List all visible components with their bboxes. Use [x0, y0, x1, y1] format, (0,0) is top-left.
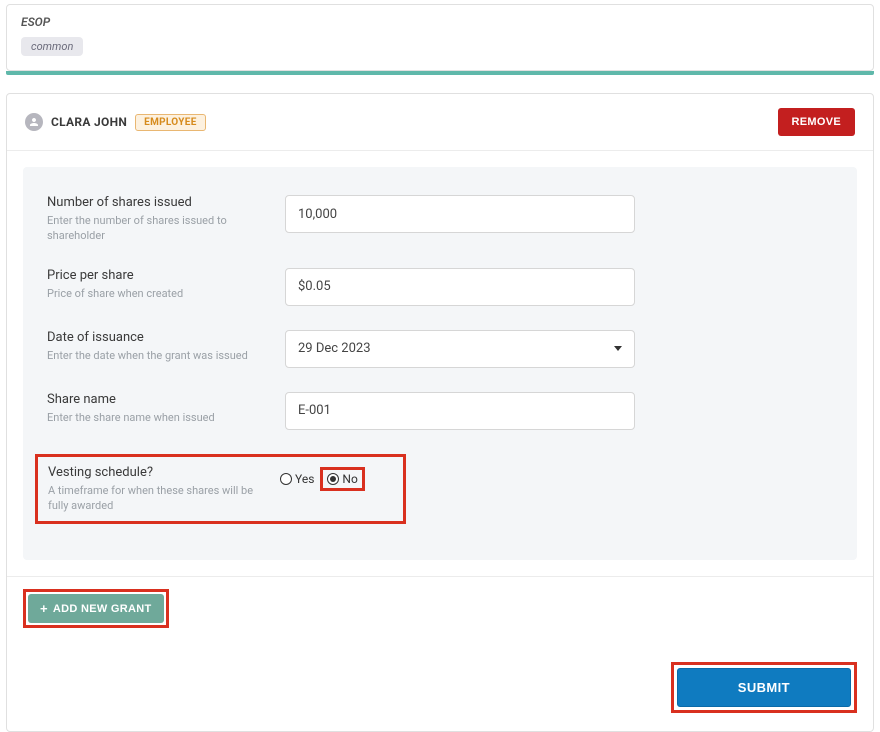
- price-input[interactable]: [285, 268, 635, 306]
- chevron-down-icon: [614, 346, 622, 351]
- label-vesting: Vesting schedule?: [48, 465, 264, 480]
- date-value: 29 Dec 2023: [298, 341, 371, 356]
- help-date: Enter the date when the grant was issued: [47, 349, 269, 364]
- row-vesting: Vesting schedule? A timeframe for when t…: [35, 454, 406, 525]
- esop-title: ESOP: [21, 15, 859, 29]
- share-name-input[interactable]: [285, 392, 635, 430]
- remove-button[interactable]: REMOVE: [778, 108, 855, 136]
- help-share-name: Enter the share name when issued: [47, 411, 269, 426]
- label-shares: Number of shares issued: [47, 195, 269, 210]
- card-footer: + ADD NEW GRANT SUBMIT: [7, 576, 873, 731]
- esop-header-card: ESOP common: [6, 4, 874, 71]
- add-grant-label: ADD NEW GRANT: [53, 603, 152, 615]
- shares-input[interactable]: [285, 195, 635, 233]
- add-new-grant-button[interactable]: + ADD NEW GRANT: [28, 594, 164, 623]
- radio-label-yes: Yes: [295, 472, 314, 486]
- label-share-name: Share name: [47, 392, 269, 407]
- vesting-radio-group: Yes No: [280, 465, 365, 491]
- form-panel: Number of shares issued Enter the number…: [23, 167, 857, 560]
- row-date: Date of issuance Enter the date when the…: [47, 330, 833, 368]
- help-vesting: A timeframe for when these shares will b…: [48, 484, 264, 514]
- person-name: CLARA JOHN: [51, 115, 127, 129]
- avatar-icon: [25, 113, 43, 131]
- person-block: CLARA JOHN EMPLOYEE: [25, 113, 206, 131]
- date-select[interactable]: 29 Dec 2023: [285, 330, 635, 368]
- radio-icon: [327, 473, 339, 485]
- row-price: Price per share Price of share when crea…: [47, 268, 833, 306]
- radio-icon: [280, 473, 292, 485]
- radio-label-no: No: [342, 472, 357, 486]
- vesting-no-highlight: No: [320, 467, 364, 491]
- common-tag: common: [21, 37, 83, 56]
- row-share-name: Share name Enter the share name when iss…: [47, 392, 833, 430]
- vesting-yes-option[interactable]: Yes: [280, 472, 314, 486]
- grant-card: CLARA JOHN EMPLOYEE REMOVE Number of sha…: [6, 93, 874, 732]
- label-price: Price per share: [47, 268, 269, 283]
- plus-icon: +: [40, 602, 48, 615]
- row-shares: Number of shares issued Enter the number…: [47, 195, 833, 244]
- help-shares: Enter the number of shares issued to sha…: [47, 214, 269, 244]
- label-date: Date of issuance: [47, 330, 269, 345]
- add-grant-highlight: + ADD NEW GRANT: [23, 589, 169, 628]
- card-header: CLARA JOHN EMPLOYEE REMOVE: [7, 94, 873, 151]
- vesting-no-option[interactable]: No: [327, 472, 357, 486]
- role-badge: EMPLOYEE: [135, 114, 205, 131]
- help-price: Price of share when created: [47, 287, 269, 302]
- accent-bar: [6, 71, 874, 75]
